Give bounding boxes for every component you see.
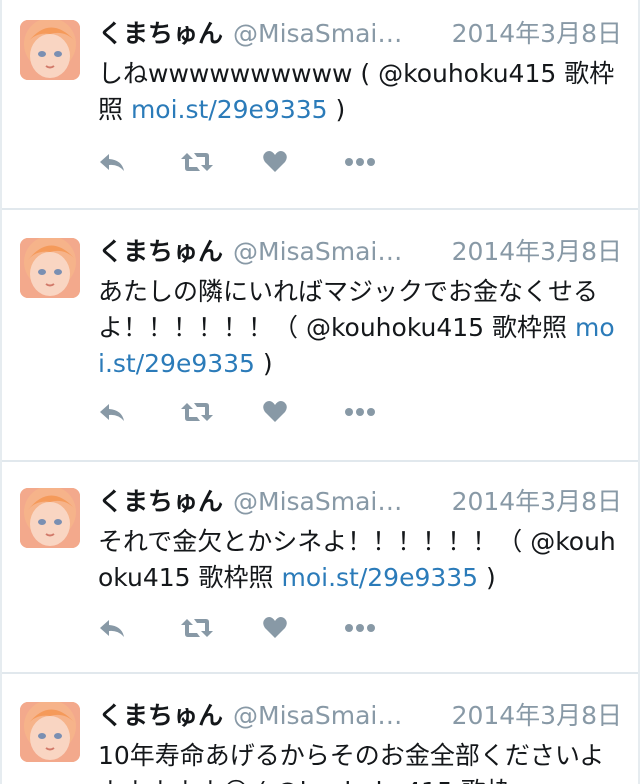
tweet-text: 10年寿命あげるからそのお金全部くださいよよよよよよ😊 ( @kouhoku41… — [98, 738, 622, 784]
tweet[interactable]: くまちゅん @MisaSmai… 2014年3月8日 それで金欠とかシネよ！！！… — [2, 462, 638, 674]
tweet-text-end: ) — [478, 563, 496, 592]
tweet-actions — [98, 612, 426, 644]
tweet-text-end: ) — [254, 349, 273, 378]
tweet-actions — [98, 146, 426, 178]
user-name[interactable]: くまちゅん — [98, 232, 223, 268]
retweet-icon[interactable] — [180, 612, 262, 644]
avatar[interactable] — [20, 702, 80, 762]
tweet-date[interactable]: 2014年3月8日 — [452, 232, 622, 268]
user-handle[interactable]: @MisaSmai… — [233, 487, 413, 516]
more-icon[interactable] — [344, 612, 426, 644]
heart-icon[interactable] — [262, 612, 344, 644]
retweet-icon[interactable] — [180, 396, 262, 428]
tweet[interactable]: くまちゅん @MisaSmai… 2014年3月8日 あたしの隣にいればマジック… — [2, 210, 638, 462]
user-name[interactable]: くまちゅん — [98, 14, 223, 50]
more-icon[interactable] — [344, 146, 426, 178]
tweet-actions — [98, 396, 426, 428]
reply-icon[interactable] — [98, 612, 180, 644]
user-name[interactable]: くまちゅん — [98, 696, 223, 732]
more-icon[interactable] — [344, 396, 426, 428]
tweet[interactable]: くまちゅん @MisaSmai… 2014年3月8日 しねwwwwwwwwww … — [2, 0, 638, 210]
tweet[interactable]: くまちゅん @MisaSmai… 2014年3月8日 10年寿命あげるからそのお… — [2, 674, 638, 784]
user-handle[interactable]: @MisaSmai… — [233, 701, 413, 730]
tweet-text: あたしの隣にいればマジックでお金なくせるよ！！！！！！（ @kouhoku415… — [98, 274, 622, 382]
user-handle[interactable]: @MisaSmai… — [233, 237, 413, 266]
tweet-date[interactable]: 2014年3月8日 — [452, 696, 622, 732]
tweet-link[interactable]: moi.st/29e9335 — [281, 563, 478, 592]
reply-icon[interactable] — [98, 396, 180, 428]
tweet-text-main: あたしの隣にいればマジックでお金なくせるよ！！！！！！（ @kouhoku415… — [98, 277, 599, 342]
reply-icon[interactable] — [98, 146, 180, 178]
tweet-text: しねwwwwwwwwww ( @kouhoku415 歌枠照 moi.st/29… — [98, 56, 622, 128]
heart-icon[interactable] — [262, 396, 344, 428]
tweet-text: それで金欠とかシネよ！！！！！！（ @kouhoku415 歌枠照 moi.st… — [98, 524, 622, 596]
tweet-date[interactable]: 2014年3月8日 — [452, 14, 622, 50]
avatar[interactable] — [20, 20, 80, 80]
retweet-icon[interactable] — [180, 146, 262, 178]
avatar[interactable] — [20, 488, 80, 548]
tweet-link[interactable]: moi.st/29e9335 — [131, 95, 328, 124]
user-handle[interactable]: @MisaSmai… — [233, 19, 413, 48]
heart-icon[interactable] — [262, 146, 344, 178]
timeline[interactable]: くまちゅん @MisaSmai… 2014年3月8日 しねwwwwwwwwww … — [0, 0, 640, 784]
tweet-text-main: 10年寿命あげるからそのお金全部くださいよよよよよよ😊 ( @kouhoku41… — [98, 741, 605, 784]
tweet-date[interactable]: 2014年3月8日 — [452, 482, 622, 518]
user-name[interactable]: くまちゅん — [98, 482, 223, 518]
tweet-text-end: ) — [327, 95, 346, 124]
avatar[interactable] — [20, 238, 80, 298]
